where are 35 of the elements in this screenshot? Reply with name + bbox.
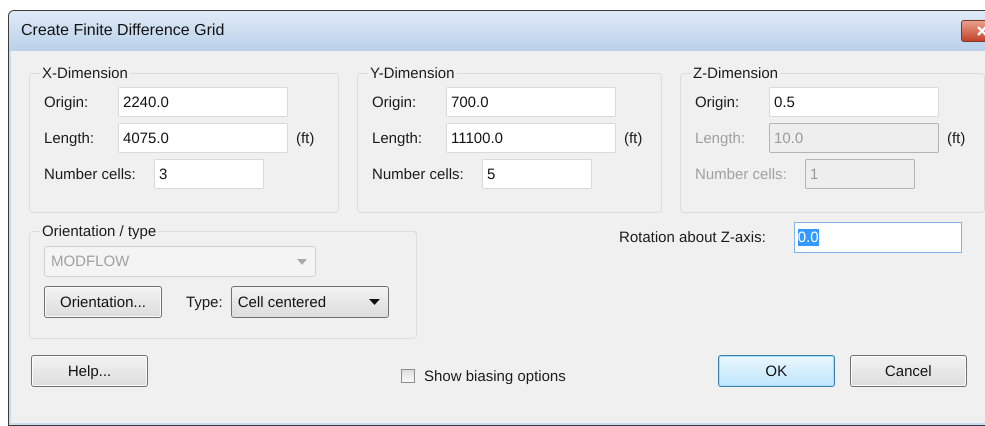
window-title: Create Finite Difference Grid xyxy=(21,22,224,40)
group-title: X-Dimension xyxy=(41,65,129,82)
field-value: 0.0 xyxy=(798,228,819,246)
cancel-button[interactable]: Cancel xyxy=(850,355,967,387)
type-dropdown[interactable]: Cell centered xyxy=(230,286,389,318)
field-label: Origin: xyxy=(372,94,418,110)
orientation-button[interactable]: Orientation... xyxy=(44,286,162,318)
type-label: Type: xyxy=(186,294,223,310)
caret-icon xyxy=(368,299,380,305)
unit-label: (ft) xyxy=(624,130,642,146)
field-label: Length: xyxy=(44,130,96,146)
rotation-label: Rotation about Z-axis: xyxy=(619,228,766,246)
field-label: Number cells: xyxy=(44,166,137,182)
unit-label: (ft) xyxy=(947,130,966,146)
caret-icon xyxy=(297,258,307,264)
input-field[interactable]: 0.5 xyxy=(769,87,939,117)
group-title: Y-Dimension xyxy=(369,65,456,82)
field-label: Origin: xyxy=(44,94,90,110)
input-field[interactable]: 11100.0 xyxy=(446,123,616,153)
input-field[interactable]: 3 xyxy=(154,159,264,189)
close-icon xyxy=(976,26,985,36)
field-label: Origin: xyxy=(695,94,740,110)
help-button[interactable]: Help... xyxy=(31,355,148,387)
input-field[interactable]: 4075.0 xyxy=(118,123,288,153)
field-label: Length: xyxy=(695,130,746,146)
field-label: Number cells: xyxy=(372,166,465,182)
field-label: Length: xyxy=(372,130,424,146)
ok-button[interactable]: OK xyxy=(718,355,835,387)
input-field[interactable]: 2240.0 xyxy=(118,87,288,117)
unit-label: (ft) xyxy=(296,130,314,146)
group-title: Orientation / type xyxy=(41,223,158,240)
input-field[interactable]: 700.0 xyxy=(446,87,616,117)
field-label: Number cells: xyxy=(695,166,788,182)
group-title: Z-Dimension xyxy=(692,65,780,82)
input-field[interactable]: 5 xyxy=(482,159,592,189)
